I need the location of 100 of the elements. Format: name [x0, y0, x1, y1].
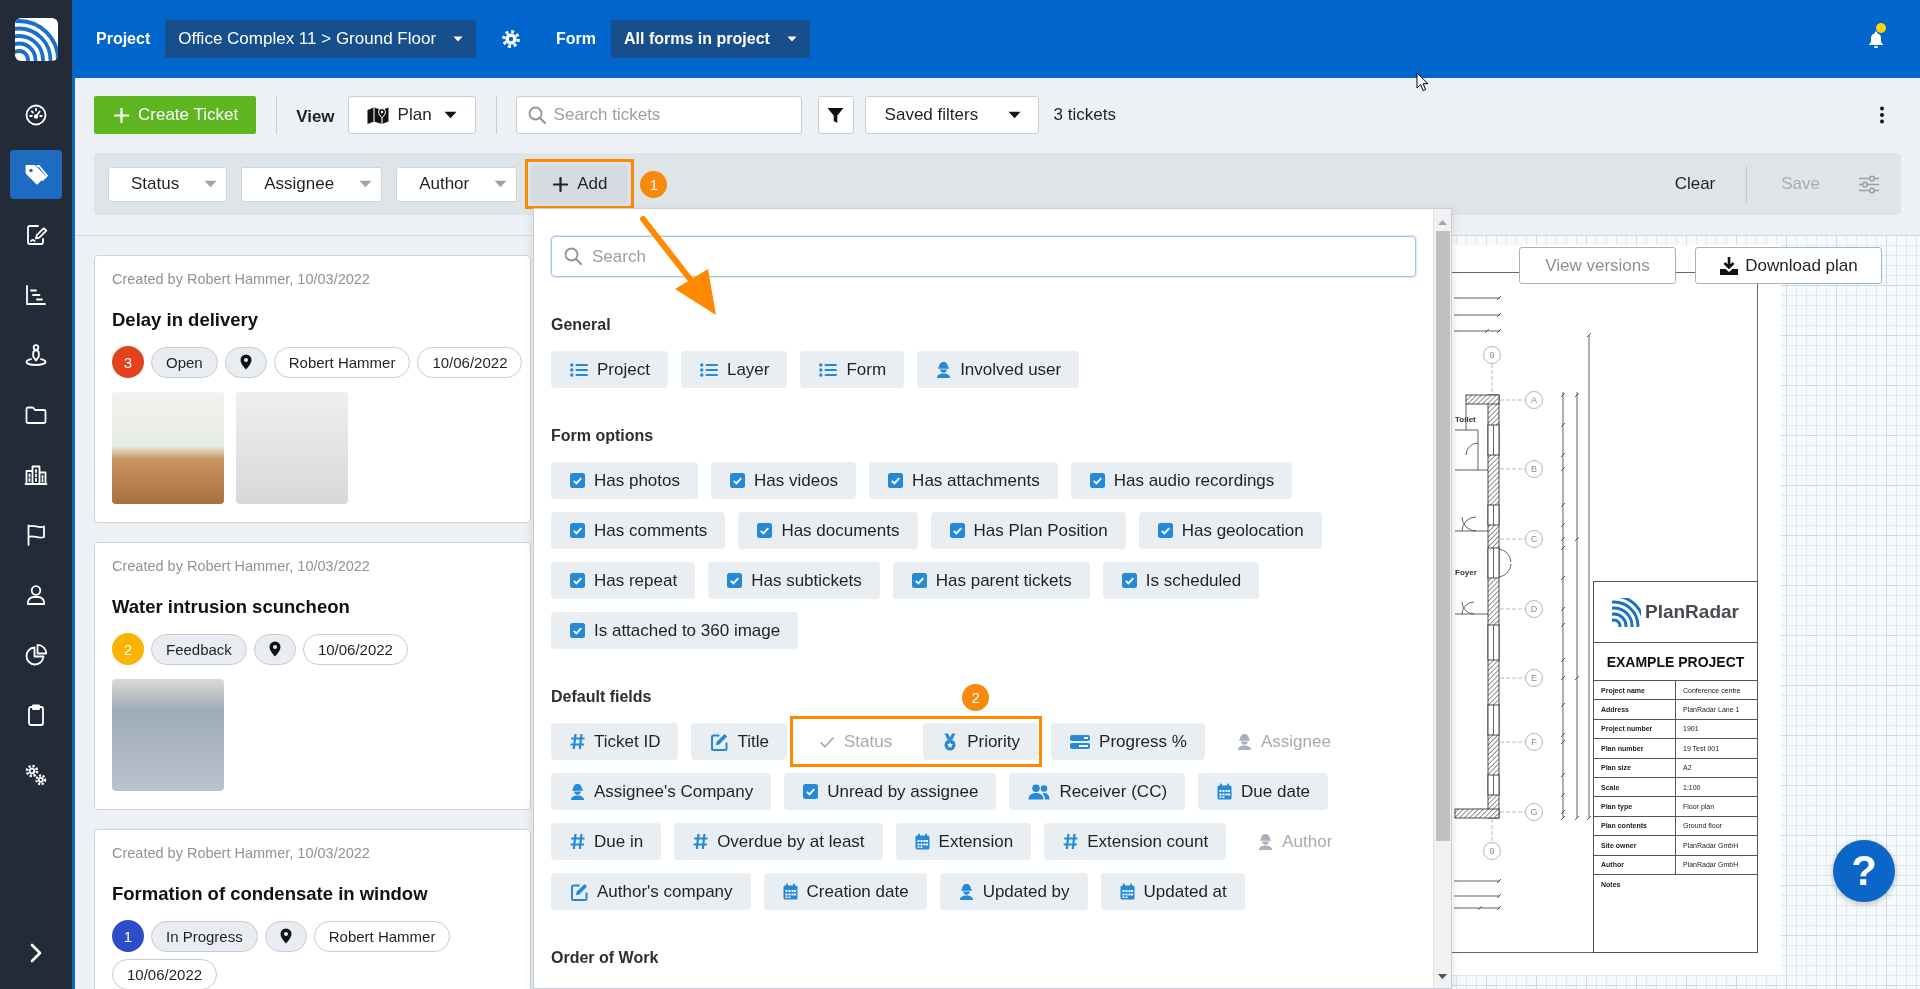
axis-marker: D: [1525, 600, 1543, 618]
checkbox-icon: [1157, 523, 1173, 538]
caret-down-icon: [359, 180, 373, 188]
field-option[interactable]: Priority: [923, 723, 1039, 760]
field-option[interactable]: Has geolocation: [1138, 512, 1322, 549]
ticket-title: Formation of condensate in window: [112, 882, 428, 905]
list-icon: [819, 362, 838, 377]
scrollbar[interactable]: [1433, 209, 1451, 988]
field-option[interactable]: Receiver (CC): [1009, 773, 1186, 810]
search-icon: [527, 106, 546, 124]
clear-button[interactable]: Clear: [1674, 174, 1716, 194]
scrollbar-thumb[interactable]: [1435, 231, 1450, 841]
field-option[interactable]: Has Plan Position: [930, 512, 1126, 549]
field-option[interactable]: Overdue by at least: [674, 823, 883, 860]
download-icon: [1719, 255, 1740, 276]
filter-dropdown[interactable]: Status: [108, 166, 228, 202]
gauge-icon: [24, 102, 48, 127]
field-option[interactable]: Has documents: [738, 512, 918, 549]
step-badge: 2: [962, 684, 990, 711]
field-option[interactable]: Has subtickets: [708, 562, 880, 599]
field-option[interactable]: Assignee's Company: [551, 773, 772, 810]
search-field[interactable]: Search: [551, 236, 1416, 277]
field-option[interactable]: Extension: [895, 823, 1032, 860]
field-option[interactable]: Project: [551, 351, 668, 388]
location-tag[interactable]: [224, 346, 267, 378]
ticket-card[interactable]: Created by Robert Hammer, 10/03/2022 Delay in delivery 3 Open Robert Hammer 10/06/2022: [94, 255, 531, 523]
hash-icon: [693, 833, 709, 850]
field-option[interactable]: Unread by assignee: [784, 773, 997, 810]
progress-bars-icon: [1070, 734, 1091, 749]
field-option[interactable]: Progress %: [1051, 723, 1205, 760]
location-tag[interactable]: [264, 920, 307, 952]
ticket-card[interactable]: Created by Robert Hammer, 10/03/2022 Water intrusion scuncheon 2 Feedback 10/06/2022: [94, 542, 531, 810]
pie-chart-icon: [24, 642, 48, 667]
checkbox-icon: [911, 573, 927, 588]
add-filter-button[interactable]: Add: [531, 165, 629, 203]
field-option[interactable]: Creation date: [763, 873, 927, 910]
priority-badge: 3: [112, 346, 144, 378]
status-tag: Open: [151, 346, 218, 378]
field-option[interactable]: Has repeat: [551, 562, 696, 599]
check-icon: [818, 735, 835, 748]
plus-icon: [114, 107, 129, 123]
view-dropdown[interactable]: Plan: [347, 96, 476, 134]
checkbox-icon: [949, 523, 965, 538]
location-tag[interactable]: [253, 633, 296, 665]
project-label: Project: [96, 30, 151, 48]
step-badge: 1: [640, 170, 668, 198]
field-option[interactable]: Title: [691, 723, 787, 760]
settings-icon[interactable]: [502, 30, 521, 48]
section-heading: Order of Work: [551, 948, 659, 968]
assignee-tag: Robert Hammer: [273, 346, 411, 378]
more-options-icon[interactable]: [1880, 106, 1884, 124]
field-option[interactable]: Updated at: [1100, 873, 1245, 910]
calendar-icon: [1119, 883, 1135, 900]
field-option[interactable]: Involved user: [917, 351, 1080, 388]
caret-down-icon: [786, 36, 797, 42]
field-option[interactable]: Has photos: [551, 462, 698, 499]
field-option[interactable]: Author's company: [551, 873, 751, 910]
hash-icon: [570, 833, 585, 850]
edit-icon: [710, 732, 729, 751]
field-option[interactable]: Extension count: [1044, 823, 1227, 860]
field-option[interactable]: Ticket ID: [551, 723, 679, 760]
scroll-down-icon[interactable]: [1438, 974, 1447, 979]
worker-icon: [570, 783, 585, 800]
form-dropdown[interactable]: All forms in project: [611, 20, 810, 58]
field-option[interactable]: Updated by: [939, 873, 1088, 910]
ticket-card[interactable]: Created by Robert Hammer, 10/03/2022 Formation of condensate in window 1 In Progress Robert Hammer 10/06/2022: [94, 829, 531, 989]
field-option[interactable]: Is scheduled: [1102, 562, 1260, 599]
section-heading: Form options: [551, 426, 654, 446]
field-option[interactable]: Form: [800, 351, 905, 388]
field-option[interactable]: Has videos: [711, 462, 857, 499]
download-plan-button[interactable]: Download plan: [1695, 247, 1882, 284]
project-dropdown[interactable]: Office Complex 11 > Ground Floor: [165, 20, 477, 58]
help-button[interactable]: ?: [1833, 840, 1895, 902]
people-icon: [1028, 783, 1051, 800]
status-tag: In Progress: [151, 920, 258, 952]
checkbox-icon: [727, 573, 743, 588]
field-option[interactable]: Due in: [551, 823, 662, 860]
filter-button[interactable]: [817, 96, 854, 134]
list-icon: [699, 362, 718, 377]
ticket-title: Water intrusion scuncheon: [112, 595, 350, 618]
gears-icon: [24, 762, 48, 787]
tag-icon: [24, 162, 48, 187]
field-option[interactable]: Is attached to 360 image: [551, 612, 799, 649]
priority-badge: 1: [112, 920, 144, 952]
sliders-icon[interactable]: [1858, 174, 1880, 194]
field-option[interactable]: Layer: [680, 351, 788, 388]
filter-dropdown[interactable]: Assignee: [241, 166, 383, 202]
field-option[interactable]: Has attachments: [869, 462, 1058, 499]
saved-filters-dropdown[interactable]: Saved filters: [864, 96, 1039, 134]
filter-dropdown[interactable]: Author: [396, 166, 518, 202]
search-field[interactable]: Search tickets: [515, 96, 802, 134]
bell-icon[interactable]: [1868, 30, 1884, 48]
field-option[interactable]: Has parent tickets: [892, 562, 1090, 599]
checkbox-icon: [570, 573, 585, 588]
field-option[interactable]: Due date: [1198, 773, 1329, 810]
checkbox-icon: [1121, 573, 1137, 588]
field-option[interactable]: Has audio recordings: [1070, 462, 1293, 499]
checkbox-icon: [730, 473, 745, 488]
checkbox-icon: [570, 623, 585, 638]
field-option[interactable]: Has comments: [551, 512, 726, 549]
